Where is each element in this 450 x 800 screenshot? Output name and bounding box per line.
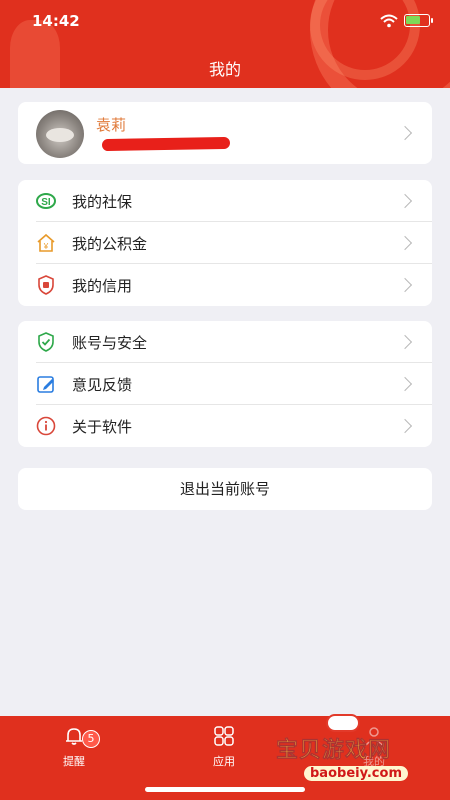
- watermark-logo: 宝贝游戏网 baobeiy.com: [276, 714, 426, 792]
- tab-reminders[interactable]: 5 提醒: [34, 724, 114, 769]
- services-group: SI 我的社保 ¥ 我的公积金 我的信用: [18, 180, 432, 306]
- menu-item-housing-fund[interactable]: ¥ 我的公积金: [18, 222, 432, 264]
- watermark-site: baobeiy.com: [304, 766, 408, 781]
- status-bar: 14:42: [0, 10, 450, 34]
- tab-label: 应用: [213, 755, 235, 768]
- security-shield-icon: [36, 332, 56, 352]
- grid-icon: [214, 726, 234, 746]
- wifi-icon: [380, 13, 398, 32]
- housing-fund-icon: ¥: [36, 233, 56, 253]
- logout-button[interactable]: 退出当前账号: [18, 468, 432, 510]
- info-icon: [36, 416, 56, 436]
- avatar[interactable]: [36, 110, 84, 158]
- social-security-icon: SI: [36, 191, 56, 211]
- header-bar: 14:42 我的: [0, 0, 450, 88]
- tab-label: 提醒: [63, 755, 85, 768]
- menu-item-feedback[interactable]: 意见反馈: [18, 363, 432, 405]
- menu-item-label: 意见反馈: [72, 376, 133, 394]
- chevron-right-icon: [397, 193, 413, 209]
- menu-item-label: 账号与安全: [72, 334, 148, 352]
- tab-apps[interactable]: 应用: [184, 724, 264, 769]
- menu-item-label: 我的信用: [72, 277, 133, 295]
- menu-item-about[interactable]: 关于软件: [18, 405, 432, 447]
- credit-shield-icon: [36, 275, 56, 295]
- chevron-right-icon: [397, 418, 413, 434]
- svg-text:SI: SI: [41, 197, 51, 208]
- menu-item-label: 我的社保: [72, 193, 133, 211]
- watermark-brand: 宝贝游戏网: [276, 738, 392, 764]
- menu-item-account-security[interactable]: 账号与安全: [18, 321, 432, 363]
- user-name: 袁莉: [96, 116, 127, 134]
- gamepad-icon: [326, 714, 360, 732]
- menu-item-label: 关于软件: [72, 418, 133, 436]
- menu-item-label: 我的公积金: [72, 235, 148, 253]
- chevron-right-icon: [397, 376, 413, 392]
- menu-item-credit[interactable]: 我的信用: [18, 264, 432, 306]
- menu-item-social-security[interactable]: SI 我的社保: [18, 180, 432, 222]
- chevron-right-icon: [397, 334, 413, 350]
- settings-group: 账号与安全 意见反馈 关于软件: [18, 321, 432, 447]
- feedback-edit-icon: [36, 374, 56, 394]
- redacted-info: [101, 136, 231, 152]
- profile-card[interactable]: 袁莉: [18, 102, 432, 164]
- status-time: 14:42: [32, 12, 80, 30]
- chevron-right-icon: [397, 235, 413, 251]
- chevron-right-icon: [397, 125, 413, 141]
- page-title: 我的: [208, 60, 241, 79]
- chevron-right-icon: [397, 277, 413, 293]
- svg-text:¥: ¥: [43, 242, 49, 251]
- notification-badge: 5: [82, 730, 100, 748]
- battery-icon: [404, 14, 433, 27]
